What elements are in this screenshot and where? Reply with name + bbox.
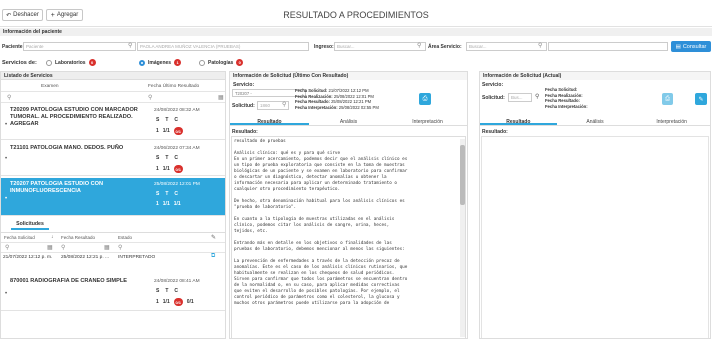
solicitud-field[interactable]: Bus... [508,93,532,102]
patient-section-title: Información del paciente [3,29,62,35]
radio-icon[interactable] [199,59,205,66]
servicio-label: Servicio: [482,82,504,88]
solicitud-resultado: 25/08/2022 12:21 p. ... [61,255,110,260]
solicitud-label: Solicitud: [482,95,505,101]
print-icon: ⎙ [665,95,670,102]
tab-analisis[interactable]: Análisis [309,117,388,125]
open-icon[interactable]: ⧉ [211,253,215,260]
scrollbar-thumb[interactable] [460,145,465,205]
consult-button[interactable]: ▤ Consultar [671,41,711,52]
calendar-icon[interactable]: ▦ [218,94,224,101]
print-button[interactable]: ⎙ [662,93,673,105]
search-icon[interactable]: ⚲ [148,94,152,101]
sort-icon[interactable]: ↓ [51,234,54,240]
solicitud-estado: INTERPRETADO [118,255,156,260]
calendar-icon[interactable]: ▦ [47,244,53,251]
extra-field[interactable] [548,42,668,51]
right-tabs: Resultado Análisis Interpretación [480,117,710,126]
col-estado: Estado [118,235,133,240]
ingreso-label: Ingreso: [314,44,334,50]
area-label: Área Servicio: [428,44,462,50]
services-panel-title: Listado de Servicios [1,72,225,80]
search-icon[interactable]: ⚲ [5,244,9,251]
right-panel-title: Información de Solicitud (Actual) [480,72,710,80]
services-panel: Listado de Servicios Examen Fecha Último… [0,71,226,339]
new-result-panel: Información de Solicitud (Actual) Servic… [479,71,711,339]
search-icon[interactable]: ⚲ [61,244,65,251]
radio-selected-icon[interactable] [139,59,145,66]
servicio-label: Servicio: [233,82,255,88]
calendar-icon[interactable]: ▦ [104,244,110,251]
app-root: ↶ Deshacer + Agregar RESULTADO A PROCEDI… [0,0,712,339]
col-exam: Examen [41,84,59,89]
search-icon[interactable]: ⚲ [538,42,542,49]
area-field[interactable]: Buscar... [466,42,547,51]
search-icon[interactable]: ⚲ [535,93,539,100]
ingreso-field[interactable]: Buscar... [334,42,426,51]
patient-name-field[interactable]: PAOLA ANDREA MUÑOZ VALENCIA (PRUEBAS) [137,42,309,51]
edit-icon[interactable]: ✎ [211,234,216,241]
red-pill: 0/1 [173,298,183,306]
search-icon[interactable]: ⚲ [7,94,11,101]
search-icon[interactable]: ⚲ [282,101,286,108]
result-editor[interactable] [481,136,709,338]
patient-label: Paciente: [2,44,25,50]
count-badge: 0 [88,59,96,66]
count-badge: 1 [174,59,182,66]
solicitudes-panel: Solicitudes Fecha Solicitud ↓ Fecha Resu… [1,218,225,274]
middle-panel-title: Información de Solicitud (Último Con Res… [230,72,467,80]
col-fecha-resultado: Fecha Resultado [61,235,96,240]
divider [0,26,712,27]
count-badge: 0 [236,59,244,66]
print-button[interactable]: ⎙ [419,93,431,105]
search-icon[interactable]: ⚲ [128,42,132,49]
service-row-selected[interactable]: • T20207 PATOLOGIA ESTUDIO CON INMUNOFLU… [1,178,225,216]
search-icon[interactable]: ⚲ [118,244,122,251]
page-title: RESULTADO A PROCEDIMIENTOS [283,10,429,20]
tab-resultado[interactable]: Resultado [230,117,309,125]
current-result-panel: Información de Solicitud (Último Con Res… [229,71,468,339]
consult-icon: ▤ [675,43,681,50]
tab-interpretacion[interactable]: Interpretación [388,117,467,125]
print-icon: ⎙ [422,95,428,102]
request-meta: Fecha Solicitud: Fecha Realización: Fech… [545,87,588,109]
tab-interpretacion[interactable]: Interpretación [633,117,710,125]
service-row[interactable]: • T21101 PATOLOGIA MANO. DEDOS. PUÑO 24/… [1,142,225,176]
middle-tabs: Resultado Análisis Interpretación [230,117,467,126]
patient-field[interactable]: Paciente [23,42,136,51]
col-date: Fecha Último Resultado [148,84,200,89]
result-textarea[interactable]: resultado de pruebas Análisis clínico: q… [231,136,466,338]
request-meta: Fecha Solicitud: 21/07/2022 12:12 PM Fec… [295,88,379,110]
service-row[interactable]: • T20209 PATOLOGIA ESTUDIO CON MARCADOR … [1,104,225,140]
tab-resultado[interactable]: Resultado [480,117,557,125]
col-fecha-solicitud: Fecha Solicitud [4,235,35,240]
solicitud-fecha: 21/07/2022 12:12 p. m. [3,255,53,260]
solicitud-label: Solicitud: [232,103,255,109]
result-label: Resultado: [232,129,258,135]
filter-laboratorios[interactable]: Laboratorios 0 [46,59,96,66]
servicios-label: Servicios de: [2,60,37,66]
result-line: muchos otros parámetros puede utilizarse… [234,301,390,306]
search-icon[interactable]: ⚲ [417,42,421,49]
edit-button[interactable]: ✎ [695,93,707,105]
result-text: resultado de pruebas Análisis clínico: q… [234,139,456,307]
radio-icon[interactable] [46,59,52,66]
edit-icon: ✎ [698,96,704,103]
filter-imagenes[interactable]: Imágenes 1 [139,59,182,66]
tab-solicitudes[interactable]: Solicitudes [11,221,49,230]
tab-analisis[interactable]: Análisis [557,117,634,125]
service-row[interactable]: • 870001 RADIOGRAFIA DE CRANEO SIMPLE 24… [1,275,225,311]
result-label: Resultado: [482,129,508,135]
filter-patologias[interactable]: Patologías 0 [199,59,244,66]
